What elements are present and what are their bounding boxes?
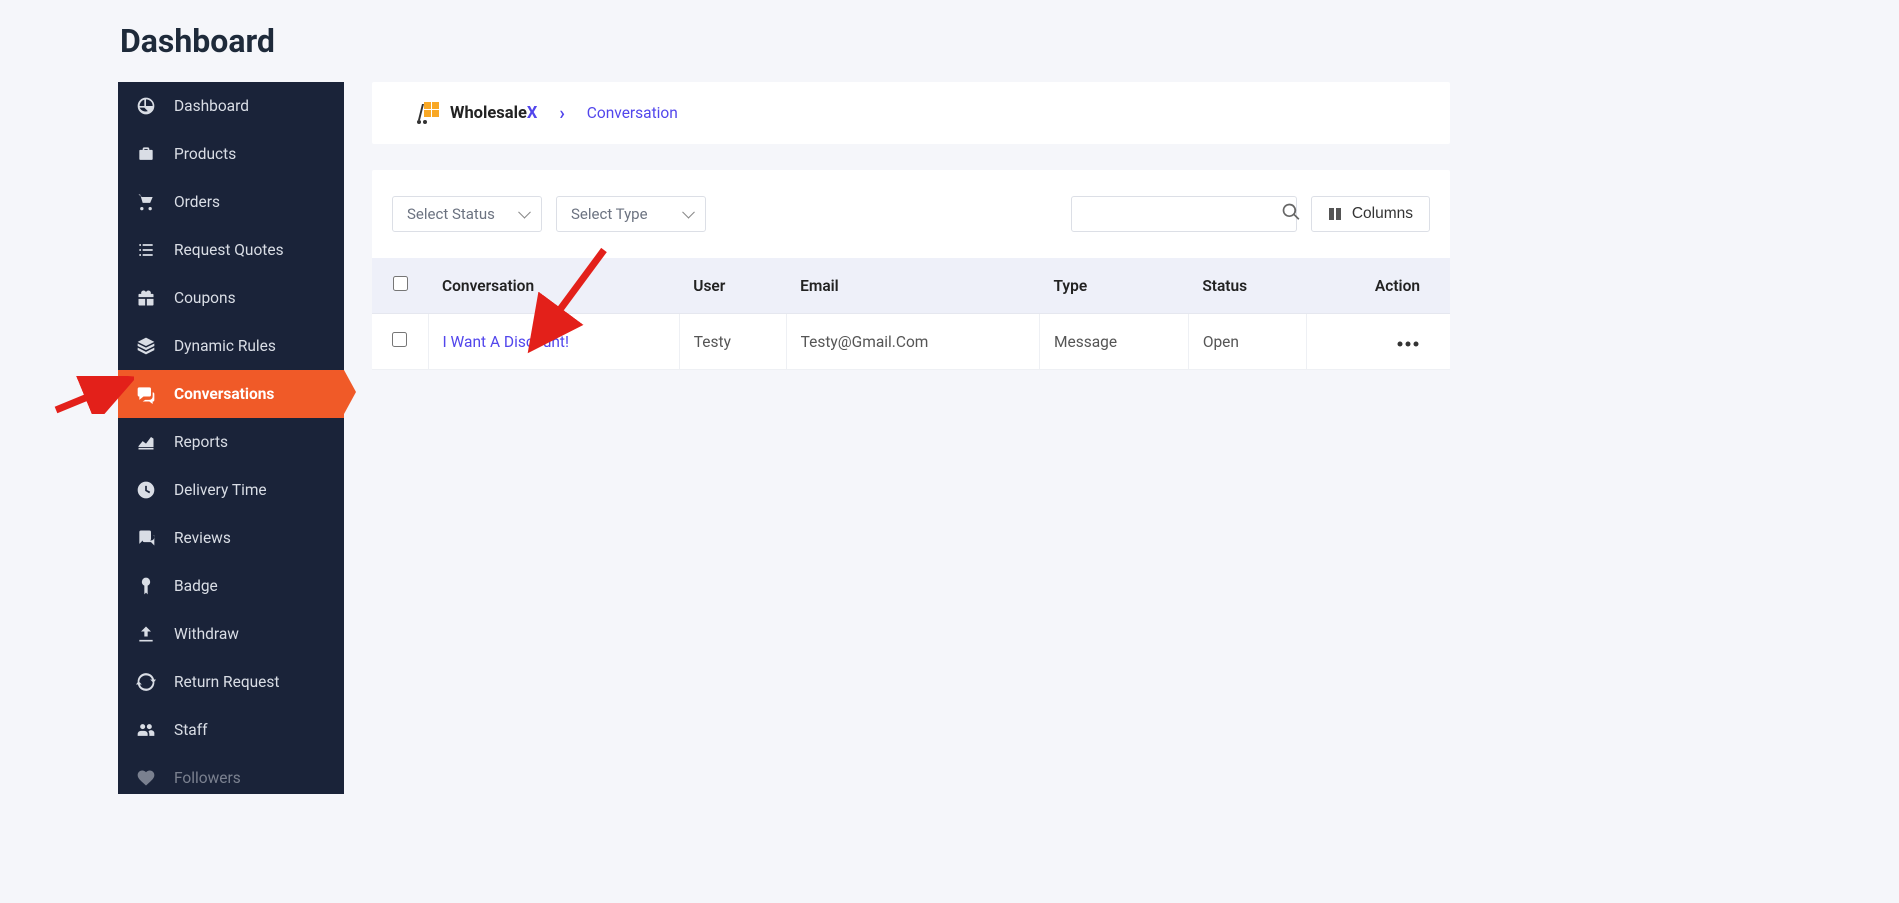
sidebar-item-dynamic-rules[interactable]: Dynamic Rules bbox=[118, 322, 344, 370]
cell-status: Open bbox=[1188, 314, 1306, 370]
sidebar-item-label: Reports bbox=[174, 433, 228, 451]
search-input[interactable] bbox=[1082, 206, 1281, 223]
col-email[interactable]: Email bbox=[786, 258, 1039, 314]
sidebar-item-request-quotes[interactable]: Request Quotes bbox=[118, 226, 344, 274]
search-box[interactable] bbox=[1071, 196, 1297, 232]
conversations-panel: Select Status Select Type Columns bbox=[372, 170, 1450, 370]
search-icon[interactable] bbox=[1281, 202, 1301, 226]
sidebar-item-label: Delivery Time bbox=[174, 481, 267, 499]
sidebar-item-withdraw[interactable]: Withdraw bbox=[118, 610, 344, 658]
sidebar-item-delivery-time[interactable]: Delivery Time bbox=[118, 466, 344, 514]
upload-icon bbox=[136, 624, 156, 644]
sidebar-item-label: Badge bbox=[174, 577, 218, 595]
sidebar-item-conversations[interactable]: Conversations bbox=[118, 370, 344, 418]
col-type[interactable]: Type bbox=[1039, 258, 1188, 314]
sidebar-item-reviews[interactable]: Reviews bbox=[118, 514, 344, 562]
breadcrumb: WholesaleX › Conversation bbox=[372, 82, 1450, 144]
layers-icon bbox=[136, 336, 156, 356]
chart-icon bbox=[136, 432, 156, 452]
badge-icon bbox=[136, 576, 156, 596]
toolbar: Select Status Select Type Columns bbox=[372, 170, 1450, 258]
cell-user: Testy bbox=[679, 314, 786, 370]
sidebar-item-label: Dynamic Rules bbox=[174, 337, 276, 355]
dashboard-icon bbox=[136, 96, 156, 116]
sidebar-item-label: Request Quotes bbox=[174, 241, 284, 259]
brand[interactable]: WholesaleX bbox=[416, 100, 537, 126]
sidebar-item-badge[interactable]: Badge bbox=[118, 562, 344, 610]
page-title: Dashboard bbox=[0, 0, 1899, 82]
heart-icon bbox=[136, 768, 156, 788]
more-actions-icon[interactable] bbox=[1396, 333, 1420, 351]
chevron-right-icon: › bbox=[559, 103, 564, 124]
sidebar-item-label: Followers bbox=[174, 769, 241, 787]
sidebar-item-label: Conversations bbox=[174, 385, 274, 403]
sidebar-item-label: Coupons bbox=[174, 289, 236, 307]
sidebar-item-label: Products bbox=[174, 145, 236, 163]
sidebar-item-followers[interactable]: Followers bbox=[118, 754, 344, 794]
sidebar-item-label: Withdraw bbox=[174, 625, 239, 643]
sidebar-item-dashboard[interactable]: Dashboard bbox=[118, 82, 344, 130]
clock-icon bbox=[136, 480, 156, 500]
table-row: I Want A Discount! Testy Testy@Gmail.Com… bbox=[372, 314, 1450, 370]
cell-email: Testy@Gmail.Com bbox=[786, 314, 1039, 370]
status-select-label: Select Status bbox=[407, 205, 495, 223]
col-action: Action bbox=[1306, 258, 1450, 314]
col-status[interactable]: Status bbox=[1188, 258, 1306, 314]
sidebar-item-label: Orders bbox=[174, 193, 220, 211]
col-conversation[interactable]: Conversation bbox=[428, 258, 679, 314]
conversation-link[interactable]: I Want A Discount! bbox=[443, 333, 570, 351]
columns-button-label: Columns bbox=[1352, 205, 1413, 223]
sidebar-item-reports[interactable]: Reports bbox=[118, 418, 344, 466]
brand-suffix: X bbox=[527, 104, 537, 123]
sidebar-item-staff[interactable]: Staff bbox=[118, 706, 344, 754]
sidebar-item-label: Reviews bbox=[174, 529, 231, 547]
chat-icon bbox=[136, 384, 156, 404]
refresh-icon bbox=[136, 672, 156, 692]
conversations-table: Conversation User Email Type Status Acti… bbox=[372, 258, 1450, 370]
users-icon bbox=[136, 720, 156, 740]
sidebar-item-label: Dashboard bbox=[174, 97, 249, 115]
row-checkbox[interactable] bbox=[392, 332, 407, 347]
columns-button[interactable]: Columns bbox=[1311, 196, 1430, 232]
status-select[interactable]: Select Status bbox=[392, 196, 542, 232]
list-icon bbox=[136, 240, 156, 260]
type-select[interactable]: Select Type bbox=[556, 196, 706, 232]
brand-name: Wholesale bbox=[450, 104, 527, 123]
cart-icon bbox=[136, 192, 156, 212]
sidebar-item-products[interactable]: Products bbox=[118, 130, 344, 178]
cell-type: Message bbox=[1039, 314, 1188, 370]
gift-icon bbox=[136, 288, 156, 308]
main-content: WholesaleX › Conversation Select Status … bbox=[372, 82, 1450, 794]
select-all-checkbox[interactable] bbox=[393, 276, 408, 291]
sidebar-item-coupons[interactable]: Coupons bbox=[118, 274, 344, 322]
breadcrumb-current[interactable]: Conversation bbox=[587, 104, 678, 122]
sidebar-item-label: Staff bbox=[174, 721, 207, 739]
brand-logo-icon bbox=[416, 100, 442, 126]
columns-icon bbox=[1328, 207, 1342, 221]
sidebar-item-return-request[interactable]: Return Request bbox=[118, 658, 344, 706]
table-header-row: Conversation User Email Type Status Acti… bbox=[372, 258, 1450, 314]
col-user[interactable]: User bbox=[679, 258, 786, 314]
sidebar: Dashboard Products Orders Request Quotes… bbox=[118, 82, 344, 794]
type-select-label: Select Type bbox=[571, 205, 648, 223]
comments-icon bbox=[136, 528, 156, 548]
sidebar-item-label: Return Request bbox=[174, 673, 279, 691]
sidebar-item-orders[interactable]: Orders bbox=[118, 178, 344, 226]
briefcase-icon bbox=[136, 144, 156, 164]
